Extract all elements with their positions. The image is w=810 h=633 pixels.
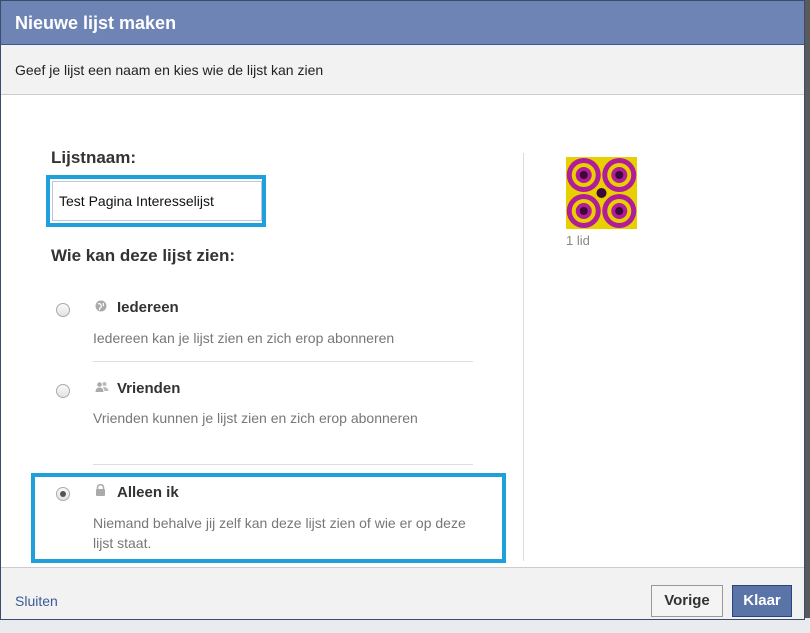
option-divider (93, 361, 473, 362)
radio-everyone[interactable] (56, 303, 70, 317)
globe-icon (95, 300, 107, 315)
list-name-input[interactable] (52, 181, 262, 221)
close-link[interactable]: Sluiten (15, 593, 58, 609)
dialog-footer: Sluiten Vorige Klaar (1, 567, 804, 619)
option-everyone-title: Iedereen (117, 299, 179, 316)
background-page-strip (0, 618, 810, 633)
previous-button[interactable]: Vorige (651, 585, 723, 617)
option-friends-title: Vrienden (117, 380, 181, 397)
friends-icon (95, 381, 109, 396)
visibility-label: Wie kan deze lijst zien: (51, 246, 236, 265)
option-only-me-title: Alleen ik (117, 484, 179, 501)
list-thumbnail (566, 157, 637, 229)
dialog-title: Nieuwe lijst maken (1, 1, 804, 45)
list-name-label: Lijstnaam: (51, 148, 137, 167)
option-everyone-desc: Iedereen kan je lijst zien en zich erop … (93, 330, 395, 346)
radio-only-me[interactable] (56, 487, 70, 501)
radio-friends[interactable] (56, 384, 70, 398)
lock-icon (95, 484, 106, 499)
option-friends-desc: Vrienden kunnen je lijst zien en zich er… (93, 410, 418, 426)
dialog-subtitle: Geef je lijst een naam en kies wie de li… (1, 45, 804, 95)
option-divider (93, 464, 473, 465)
new-list-dialog: Nieuwe lijst maken Geef je lijst een naa… (0, 0, 805, 620)
column-divider (523, 153, 524, 561)
member-count: 1 lid (566, 233, 590, 248)
done-button[interactable]: Klaar (732, 585, 792, 617)
option-only-me-desc: Niemand behalve jij zelf kan deze lijst … (93, 515, 466, 551)
